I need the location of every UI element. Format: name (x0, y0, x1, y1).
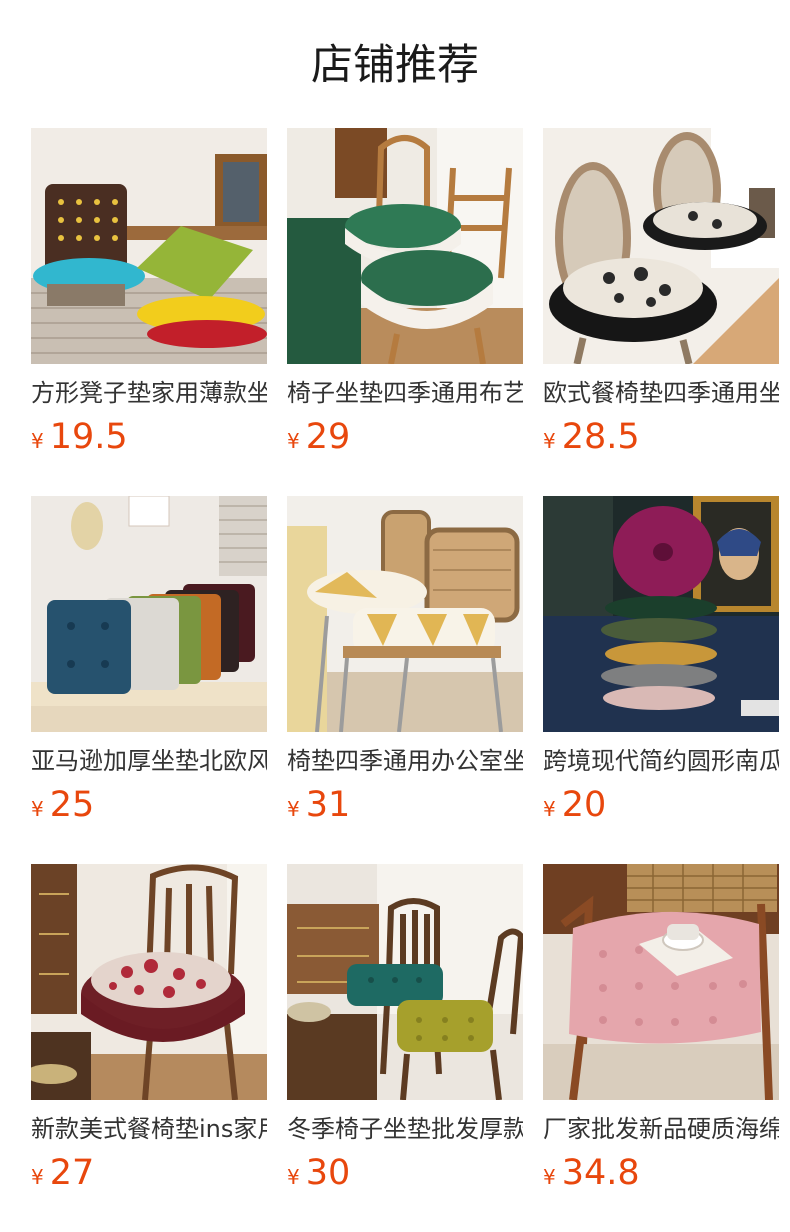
product-card[interactable]: 跨境现代简约圆形南瓜垫 ¥20 (543, 496, 779, 836)
product-price: ¥25 (31, 782, 94, 828)
product-image[interactable] (287, 864, 523, 1100)
product-price: ¥31 (287, 782, 350, 828)
currency-symbol: ¥ (287, 429, 300, 453)
product-name[interactable]: 椅垫四季通用办公室坐垫 (287, 744, 523, 778)
product-price: ¥20 (543, 782, 606, 828)
product-name[interactable]: 冬季椅子坐垫批发厚款 (287, 1112, 523, 1146)
currency-symbol: ¥ (31, 1165, 44, 1189)
product-image[interactable] (543, 128, 779, 364)
price-amount: 31 (305, 785, 351, 825)
currency-symbol: ¥ (543, 429, 556, 453)
product-card[interactable]: 亚马逊加厚坐垫北欧风 ¥25 (31, 496, 267, 836)
price-amount: 27 (49, 1153, 95, 1193)
product-price: ¥28.5 (543, 414, 640, 460)
product-image[interactable] (543, 864, 779, 1100)
product-card[interactable]: 欧式餐椅垫四季通用坐垫 ¥28.5 (543, 128, 779, 468)
product-price: ¥30 (287, 1150, 350, 1196)
product-price: ¥34.8 (543, 1150, 640, 1196)
product-name[interactable]: 欧式餐椅垫四季通用坐垫 (543, 376, 779, 410)
product-image[interactable] (287, 496, 523, 732)
product-card[interactable]: 冬季椅子坐垫批发厚款 ¥30 (287, 864, 523, 1204)
product-price: ¥19.5 (31, 414, 128, 460)
currency-symbol: ¥ (543, 797, 556, 821)
currency-symbol: ¥ (31, 429, 44, 453)
currency-symbol: ¥ (31, 797, 44, 821)
price-amount: 25 (49, 785, 95, 825)
product-card[interactable]: 椅子坐垫四季通用布艺蕾丝 ¥29 (287, 128, 523, 468)
price-amount: 20 (561, 785, 607, 825)
product-image[interactable] (543, 496, 779, 732)
product-name[interactable]: 厂家批发新品硬质海绵垫 (543, 1112, 779, 1146)
price-amount: 30 (305, 1153, 351, 1193)
product-price: ¥27 (31, 1150, 94, 1196)
product-card[interactable]: 椅垫四季通用办公室坐垫 ¥31 (287, 496, 523, 836)
price-amount: 19.5 (49, 417, 128, 457)
price-amount: 34.8 (561, 1153, 640, 1193)
product-card[interactable]: 方形凳子垫家用薄款坐垫 ¥19.5 (31, 128, 267, 468)
price-amount: 29 (305, 417, 351, 457)
product-name[interactable]: 亚马逊加厚坐垫北欧风 (31, 744, 267, 778)
currency-symbol: ¥ (543, 1165, 556, 1189)
product-image[interactable] (287, 128, 523, 364)
product-price: ¥29 (287, 414, 350, 460)
product-name[interactable]: 椅子坐垫四季通用布艺蕾丝 (287, 376, 523, 410)
product-image[interactable] (31, 864, 267, 1100)
product-name[interactable]: 新款美式餐椅垫ins家用 (31, 1112, 267, 1146)
product-name[interactable]: 跨境现代简约圆形南瓜垫 (543, 744, 779, 778)
product-name[interactable]: 方形凳子垫家用薄款坐垫 (31, 376, 267, 410)
section-title: 店铺推荐 (310, 40, 479, 89)
currency-symbol: ¥ (287, 797, 300, 821)
product-card[interactable]: 新款美式餐椅垫ins家用 ¥27 (31, 864, 267, 1204)
price-amount: 28.5 (561, 417, 640, 457)
currency-symbol: ¥ (287, 1165, 300, 1189)
product-image[interactable] (31, 128, 267, 364)
product-card[interactable]: 厂家批发新品硬质海绵垫 ¥34.8 (543, 864, 779, 1204)
product-image[interactable] (31, 496, 267, 732)
